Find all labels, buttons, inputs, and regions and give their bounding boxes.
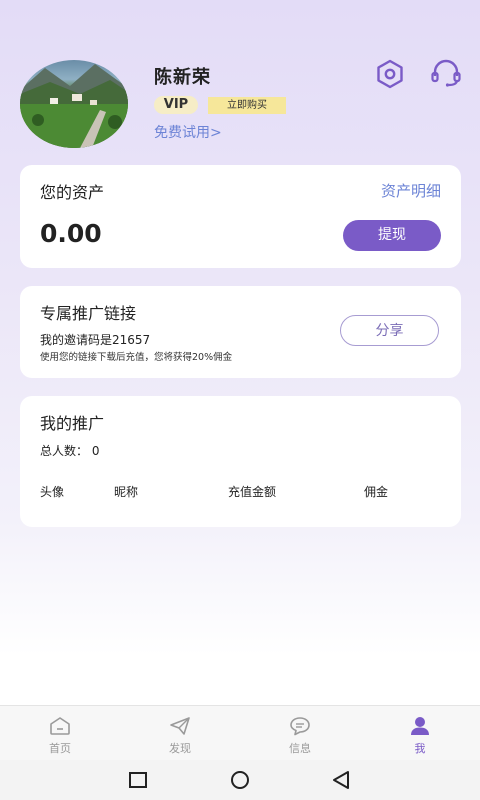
column-header-recharge: 充值金额 [228, 485, 277, 499]
promotion-title: 专属推广链接 [40, 304, 137, 323]
system-navigation-bar [0, 760, 480, 800]
home-icon [49, 716, 71, 736]
paper-plane-icon [169, 716, 191, 736]
person-icon [409, 716, 431, 736]
chat-bubble-icon [289, 716, 311, 736]
tab-home-label: 首页 [49, 742, 71, 755]
bottom-tab-bar: 首页 发现 信息 我 [0, 705, 480, 760]
avatar[interactable] [20, 60, 128, 148]
tab-messages[interactable]: 信息 [240, 706, 360, 761]
column-header-commission: 佣金 [364, 485, 389, 499]
home-circle-icon[interactable] [229, 770, 251, 794]
tab-discover-label: 发现 [169, 742, 191, 755]
assets-card: 您的资产 资产明细 0.00 提现 [20, 165, 461, 268]
recent-apps-square-icon[interactable] [128, 770, 148, 794]
avatar-landscape-image [20, 64, 128, 148]
tab-discover[interactable]: 发现 [120, 706, 240, 761]
tab-me[interactable]: 我 [360, 706, 480, 761]
assets-title: 您的资产 [40, 183, 105, 202]
buy-now-button[interactable]: 立即购买 [208, 97, 286, 114]
tab-messages-label: 信息 [289, 742, 311, 755]
invite-code-text: 我的邀请码是21657 [40, 333, 151, 347]
tab-me-label: 我 [414, 742, 426, 755]
profile-header: 陈新荣 VIP 立即购买 免费试用> [0, 0, 480, 160]
back-triangle-icon[interactable] [331, 770, 351, 794]
vip-badge: VIP [154, 96, 198, 114]
total-count: 总人数： 0 [40, 444, 100, 458]
assets-detail-link[interactable]: 资产明细 [381, 180, 441, 201]
settings-hexagon-icon[interactable] [375, 59, 405, 89]
balance-value: 0.00 [40, 219, 102, 248]
my-promotion-title: 我的推广 [40, 414, 105, 433]
column-header-avatar: 头像 [40, 485, 65, 499]
share-button[interactable]: 分享 [340, 315, 439, 346]
withdraw-button[interactable]: 提现 [343, 220, 441, 251]
tab-home[interactable]: 首页 [0, 706, 120, 761]
free-trial-link[interactable]: 免费试用> [154, 122, 222, 142]
commission-note: 使用您的链接下载后充值，您将获得20%佣金 [40, 352, 233, 363]
user-name: 陈新荣 [154, 67, 211, 88]
my-promotion-card: 我的推广 总人数： 0 头像 昵称 充值金额 佣金 [20, 396, 461, 527]
promotion-card: 专属推广链接 我的邀请码是21657 使用您的链接下载后充值，您将获得20%佣金… [20, 286, 461, 378]
column-header-nickname: 昵称 [114, 485, 139, 499]
headset-icon[interactable] [430, 59, 462, 89]
